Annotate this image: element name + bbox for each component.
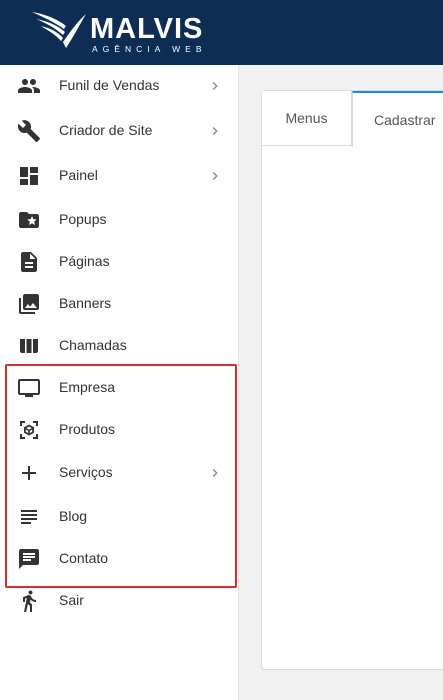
sidebar-nav: Funil de Vendas Criador de Site Painel P…	[0, 65, 239, 700]
brand-logo[interactable]: MALVIS AGÊNCIA WEB	[30, 10, 210, 56]
folder-star-icon	[17, 208, 41, 232]
chat-icon	[17, 547, 41, 571]
chevron-right-icon	[207, 168, 223, 184]
sidebar-item-blog[interactable]: Blog	[0, 496, 239, 538]
sidebar-item-label: Serviços	[59, 464, 113, 480]
sidebar-item-chamadas[interactable]: Chamadas	[0, 325, 239, 367]
sidebar-item-painel[interactable]: Painel	[0, 155, 239, 197]
sidebar-item-empresa[interactable]: Empresa	[0, 367, 239, 409]
sidebar-item-criador-de-site[interactable]: Criador de Site	[0, 110, 239, 152]
images-icon	[17, 292, 41, 316]
sidebar-item-label: Blog	[59, 508, 88, 524]
sidebar-item-sair[interactable]: Sair	[0, 580, 239, 622]
content-panel: Menus Cadastrar	[261, 90, 443, 670]
tab-menus[interactable]: Menus	[262, 91, 352, 146]
exit-person-icon	[17, 589, 41, 613]
sidebar-item-servicos[interactable]: Serviços	[0, 452, 239, 494]
sidebar-item-funil-de-vendas[interactable]: Funil de Vendas	[0, 65, 239, 107]
people-icon	[17, 74, 41, 98]
chevron-right-icon	[207, 465, 223, 481]
columns-icon	[17, 334, 41, 358]
lines-icon	[17, 505, 41, 529]
sidebar-item-contato[interactable]: Contato	[0, 538, 239, 580]
sidebar-item-label: Painel	[59, 167, 98, 183]
brand-tagline: AGÊNCIA WEB	[92, 44, 207, 54]
wrench-icon	[17, 119, 41, 143]
sidebar-item-label: Popups	[59, 211, 107, 227]
tabs-bar: Menus Cadastrar	[262, 91, 443, 147]
sidebar-item-label: Páginas	[59, 253, 110, 269]
sidebar-item-label: Contato	[59, 550, 109, 566]
sidebar-item-label: Produtos	[59, 421, 116, 437]
sidebar-item-label: Sair	[59, 592, 84, 608]
sidebar-item-popups[interactable]: Popups	[0, 199, 239, 241]
cube-scan-icon	[17, 418, 41, 442]
document-icon	[17, 250, 41, 274]
monitor-icon	[17, 376, 41, 400]
sidebar-item-label: Chamadas	[59, 337, 127, 353]
dashboard-icon	[17, 164, 41, 188]
plus-icon	[17, 461, 41, 485]
sidebar-item-label: Funil de Vendas	[59, 77, 160, 93]
tab-cadastrar[interactable]: Cadastrar	[352, 91, 443, 147]
sidebar-item-label: Empresa	[59, 379, 116, 395]
chevron-right-icon	[207, 123, 223, 139]
main-content: Menus Cadastrar	[240, 65, 443, 700]
sidebar-item-label: Banners	[59, 295, 112, 311]
brand-name: MALVIS	[90, 13, 204, 45]
sidebar-item-banners[interactable]: Banners	[0, 283, 239, 325]
wings-logo-icon	[32, 12, 86, 48]
top-header: MALVIS AGÊNCIA WEB	[0, 0, 443, 65]
sidebar-item-produtos[interactable]: Produtos	[0, 409, 239, 451]
sidebar-item-label: Criador de Site	[59, 122, 153, 138]
sidebar-item-paginas[interactable]: Páginas	[0, 241, 239, 283]
chevron-right-icon	[207, 78, 223, 94]
